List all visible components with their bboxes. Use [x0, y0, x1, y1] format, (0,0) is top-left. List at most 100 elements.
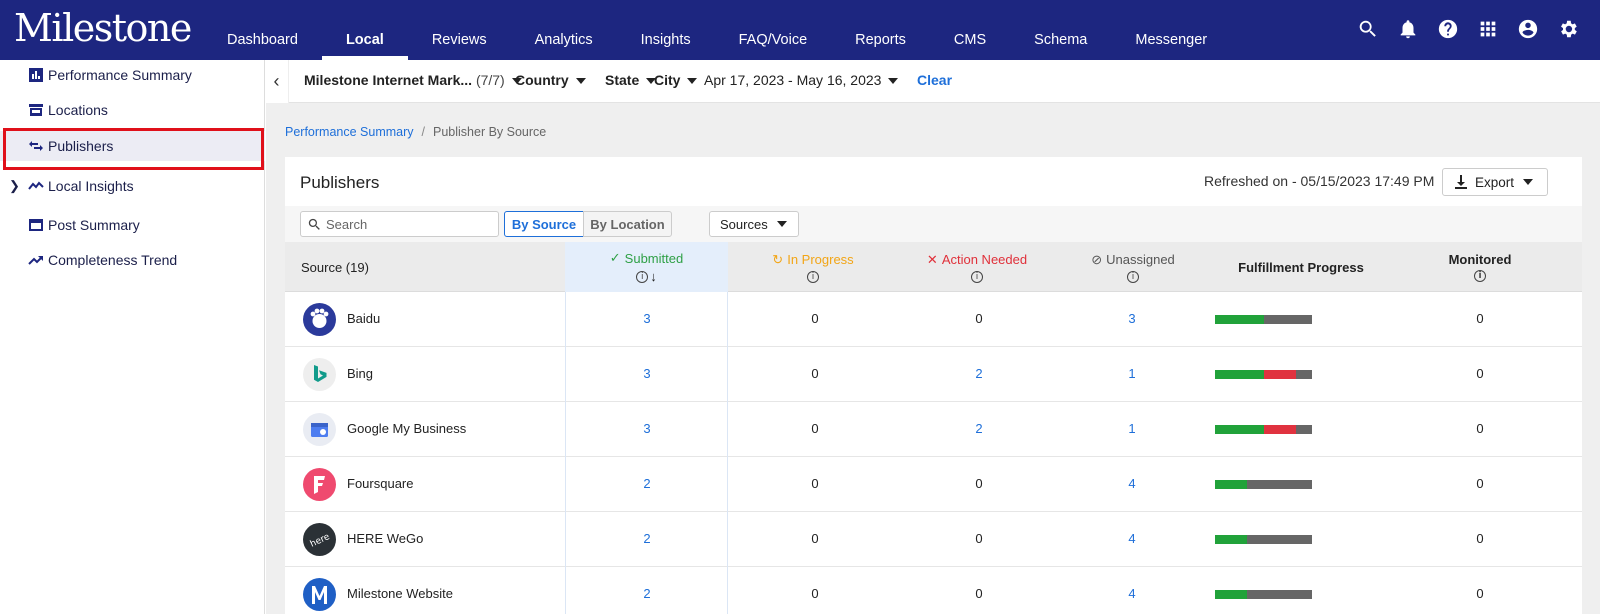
breadcrumb-current: Publisher By Source [433, 125, 547, 139]
nav-faq-voice[interactable]: FAQ/Voice [715, 0, 832, 60]
clear-filters-link[interactable]: Clear [917, 72, 952, 88]
collapse-sidebar-button[interactable]: ‹ [265, 60, 289, 103]
sidebar-item-completeness-trend[interactable]: Completeness Trend [0, 245, 265, 275]
header-actions [1356, 17, 1580, 41]
sources-dropdown[interactable]: Sources [709, 211, 799, 237]
table-row[interactable]: Baidu 3 0 0 3 0 [285, 292, 1582, 347]
sidebar-item-locations[interactable]: Locations [0, 95, 265, 125]
country-filter[interactable]: Country [515, 72, 586, 88]
nav-schema[interactable]: Schema [1010, 0, 1111, 60]
insights-icon [28, 178, 44, 194]
check-icon: ✓ [609, 250, 621, 265]
search-input[interactable] [326, 216, 496, 232]
by-location-toggle[interactable]: By Location [583, 211, 672, 237]
action-needed-count: 0 [975, 476, 983, 491]
unassigned-count-link[interactable]: 4 [1112, 531, 1152, 546]
settings-icon[interactable] [1556, 17, 1580, 41]
progress-segment-unassigned [1247, 480, 1312, 489]
fulfillment-progress-bar [1215, 480, 1312, 489]
monitored-count: 0 [1476, 531, 1484, 546]
milestone-logo[interactable]: Milestone [14, 6, 192, 50]
submitted-count-link[interactable]: 3 [627, 421, 667, 436]
window-icon [28, 217, 44, 233]
table-header: Source (19) ✓ Submitted i ↓ ↻ In Progress i… [285, 242, 1582, 292]
unassigned-count-link[interactable]: 1 [1112, 421, 1152, 436]
sidebar-item-label: Local Insights [48, 178, 134, 194]
account-filter[interactable]: Milestone Internet Mark... (7/7) [304, 72, 522, 88]
caret-down-icon [776, 221, 787, 227]
column-header-source[interactable]: Source (19) [301, 242, 561, 292]
monitored-count: 0 [1476, 311, 1484, 326]
nav-dashboard[interactable]: Dashboard [203, 0, 322, 60]
nav-local[interactable]: Local [321, 0, 408, 60]
column-header-action-needed[interactable]: ✕ Action Needed i [897, 242, 1057, 292]
search-icon[interactable] [1356, 17, 1380, 41]
bell-icon[interactable] [1396, 17, 1420, 41]
close-x-icon: ✕ [926, 251, 938, 267]
breadcrumb-parent-link[interactable]: Performance Summary [285, 125, 414, 139]
page-title: Publishers [300, 173, 380, 192]
info-icon[interactable]: i [971, 270, 983, 283]
unassigned-count-link[interactable]: 4 [1112, 476, 1152, 491]
state-filter[interactable]: State [605, 72, 657, 88]
column-header-submitted[interactable]: ✓ Submitted i ↓ [565, 242, 728, 292]
sort-down-arrow-icon[interactable]: ↓ [650, 269, 657, 284]
column-header-unassigned[interactable]: ⊘ Unassigned i [1053, 242, 1213, 292]
fulfillment-progress-bar [1215, 590, 1312, 599]
column-header-monitored[interactable]: Monitored i [1415, 242, 1545, 292]
table-row[interactable]: Google My Business 3 0 2 1 0 [285, 402, 1582, 457]
progress-segment-complete [1215, 590, 1248, 599]
nav-insights[interactable]: Insights [617, 0, 715, 60]
action-needed-count: 0 [975, 311, 983, 326]
chevron-right-icon[interactable]: ❯ [9, 178, 20, 194]
publisher-name: Milestone Website [347, 586, 453, 601]
progress-segment-unassigned [1247, 590, 1312, 599]
unassigned-count-link[interactable]: 1 [1112, 366, 1152, 381]
date-range-filter[interactable]: Apr 17, 2023 - May 16, 2023 [704, 72, 899, 88]
column-header-monitored-label: Monitored [1448, 252, 1512, 267]
info-icon[interactable]: i [636, 270, 649, 283]
nav-messenger[interactable]: Messenger [1111, 0, 1231, 60]
caret-down-icon [888, 78, 899, 85]
bing-logo [303, 358, 336, 391]
action-needed-count[interactable]: 2 [959, 366, 999, 381]
unassigned-count-link[interactable]: 3 [1112, 311, 1152, 326]
column-header-fulfillment-progress: Fulfillment Progress [1215, 242, 1387, 292]
sidebar-item-local-insights[interactable]: ❯ Local Insights [0, 171, 265, 201]
sidebar-item-publishers[interactable]: Publishers [0, 131, 265, 161]
monitored-count: 0 [1476, 421, 1484, 436]
download-icon [1455, 175, 1467, 189]
table-row[interactable]: here HERE WeGo 2 0 0 4 0 [285, 512, 1582, 567]
submitted-count-link[interactable]: 3 [627, 311, 667, 326]
submitted-count-link[interactable]: 2 [627, 531, 667, 546]
column-header-in-progress[interactable]: ↻ In Progress i [733, 242, 893, 292]
unassigned-count-link[interactable]: 4 [1112, 586, 1152, 601]
monitored-count: 0 [1476, 586, 1484, 601]
nav-reviews[interactable]: Reviews [408, 0, 511, 60]
nav-analytics[interactable]: Analytics [511, 0, 617, 60]
info-icon[interactable]: i [1474, 270, 1486, 282]
caret-down-icon [575, 78, 586, 85]
table-row[interactable]: Milestone Website 2 0 0 4 0 [285, 567, 1582, 614]
apps-grid-icon[interactable] [1476, 17, 1500, 41]
table-row[interactable]: Foursquare 2 0 0 4 0 [285, 457, 1582, 512]
submitted-count-link[interactable]: 2 [627, 476, 667, 491]
by-source-toggle[interactable]: By Source [504, 211, 584, 237]
sidebar-item-performance-summary[interactable]: Performance Summary [0, 60, 265, 90]
info-icon[interactable]: i [807, 270, 819, 283]
city-filter[interactable]: City [654, 72, 698, 88]
nav-reports[interactable]: Reports [831, 0, 930, 60]
account-icon[interactable] [1516, 17, 1540, 41]
submitted-count-link[interactable]: 3 [627, 366, 667, 381]
export-button[interactable]: Export [1442, 168, 1548, 196]
fulfillment-progress-bar [1215, 370, 1312, 379]
sidebar-item-post-summary[interactable]: Post Summary [0, 210, 265, 240]
foursquare-logo [303, 468, 336, 501]
table-row[interactable]: Bing 3 0 2 1 0 [285, 347, 1582, 402]
help-icon[interactable] [1436, 17, 1460, 41]
submitted-count-link[interactable]: 2 [627, 586, 667, 601]
nav-cms[interactable]: CMS [930, 0, 1010, 60]
action-needed-count[interactable]: 2 [959, 421, 999, 436]
column-header-source-label: Source (19) [301, 259, 369, 275]
info-icon[interactable]: i [1127, 270, 1139, 283]
